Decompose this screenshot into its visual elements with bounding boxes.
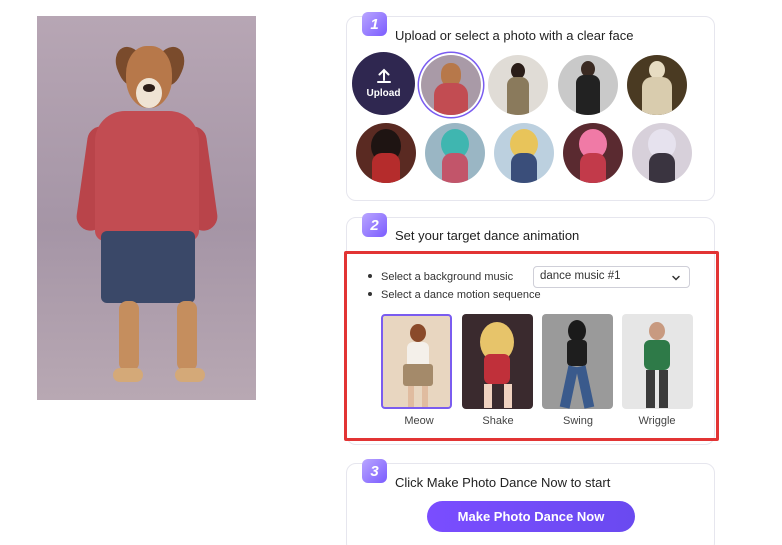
photo-thumb-woman-1[interactable] (488, 55, 548, 115)
dance-option-shake[interactable] (462, 314, 533, 409)
music-select-value: dance music #1 (540, 270, 621, 282)
dance-option-meow[interactable] (381, 314, 452, 409)
photo-thumb-anime-5[interactable] (632, 123, 692, 183)
step3-badge: 3 (362, 459, 387, 483)
dog-shorts (101, 231, 195, 303)
step1-title: Upload or select a photo with a clear fa… (395, 28, 634, 43)
bullet (368, 274, 372, 279)
photo-thumb-anime-4[interactable] (563, 123, 623, 183)
photo-thumb-anime-2[interactable] (425, 123, 485, 183)
music-select[interactable]: dance music #1 (533, 266, 690, 288)
dance-option-wriggle[interactable] (622, 314, 693, 409)
step2-badge: 2 (362, 213, 387, 237)
motion-label: Select a dance motion sequence (381, 289, 541, 301)
bullet (368, 292, 372, 297)
make-photo-dance-button[interactable]: Make Photo Dance Now (427, 501, 635, 532)
upload-label: Upload (366, 88, 401, 99)
dance-option-swing[interactable] (542, 314, 613, 409)
dance-label-wriggle: Wriggle (638, 415, 676, 427)
chevron-down-icon (672, 275, 680, 281)
dog-foot (175, 368, 205, 382)
dance-label-shake: Shake (482, 415, 514, 427)
photo-thumb-statue[interactable] (627, 55, 687, 115)
preview-image (37, 16, 256, 400)
dog-leg (119, 301, 139, 371)
photo-thumb-anime-3[interactable] (494, 123, 554, 183)
dog-muzzle (136, 78, 162, 108)
step3-title: Click Make Photo Dance Now to start (395, 475, 611, 490)
music-row: Select a background music (368, 271, 513, 283)
dog-foot (113, 368, 143, 382)
page: 1 Upload or select a photo with a clear … (0, 0, 782, 545)
dance-label-meow: Meow (404, 415, 434, 427)
music-label: Select a background music (381, 271, 514, 283)
upload-arrow-icon (376, 68, 391, 83)
photo-thumb-anime-1[interactable] (356, 123, 416, 183)
photo-thumb-man[interactable] (558, 55, 618, 115)
motion-row: Select a dance motion sequence (368, 289, 541, 301)
step2-title: Set your target dance animation (395, 228, 580, 243)
dance-label-swing: Swing (563, 415, 593, 427)
dog-nose (143, 84, 155, 92)
dog-hoodie (95, 111, 199, 241)
upload-button[interactable]: Upload (352, 52, 415, 115)
step1-badge: 1 (362, 12, 387, 36)
dog-leg (177, 301, 197, 371)
photo-thumb-dog[interactable] (421, 55, 481, 115)
